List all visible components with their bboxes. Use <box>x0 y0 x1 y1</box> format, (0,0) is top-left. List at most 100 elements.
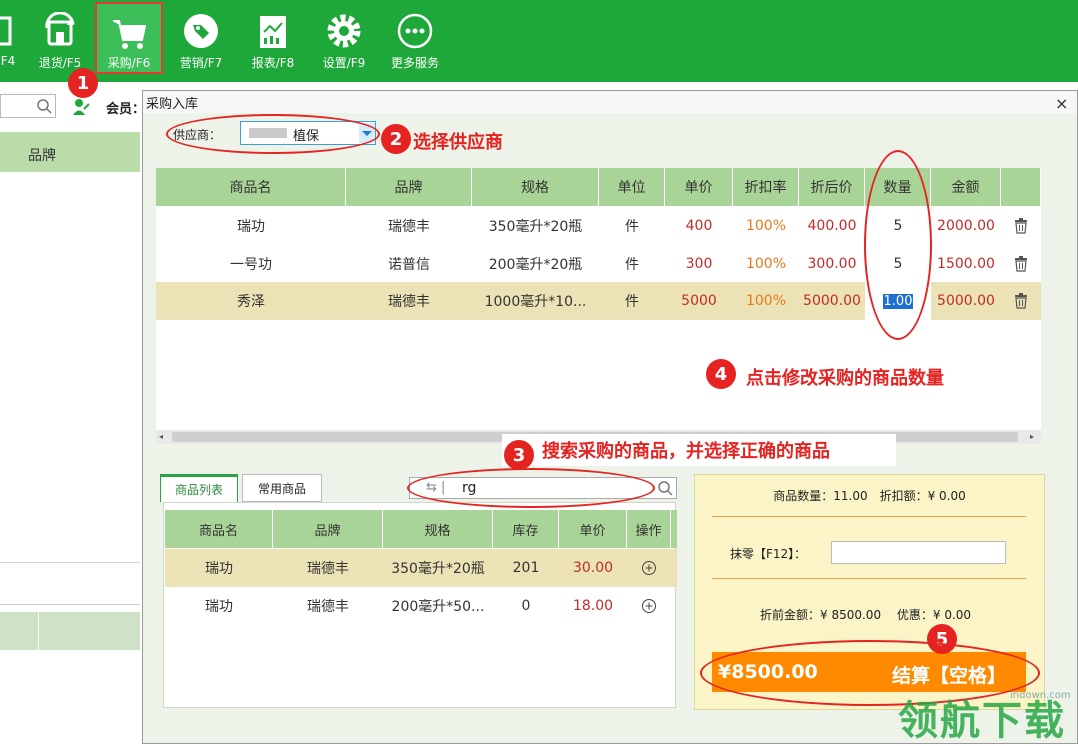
round-off-label: 抹零【F12】： <box>730 547 807 561</box>
cell-brand: 瑞德丰 <box>388 219 430 235</box>
col-header <box>1001 168 1041 206</box>
toolbar-item-more[interactable]: 更多服务 <box>384 0 446 82</box>
dialog-titlebar <box>143 91 1077 113</box>
toolbar-item-report[interactable]: 报表/F8 <box>242 0 304 82</box>
cell-name: 秀泽 <box>237 294 265 310</box>
cell-price: 18.00 <box>572 598 614 614</box>
divider <box>0 562 140 563</box>
cell-name: 一号功 <box>230 257 272 273</box>
col-header: 折后价 <box>799 168 865 206</box>
brand-header: 品牌 <box>28 148 56 164</box>
summary-before: 折前金额：¥ 8500.00 优惠：¥ 0.00 <box>760 608 972 622</box>
report-icon <box>254 12 292 50</box>
tab-common-products[interactable]: 常用商品 <box>242 474 322 502</box>
cell-discount: 100% <box>745 256 787 272</box>
cell-brand: 瑞德丰 <box>388 294 430 310</box>
toolbar-label: 营销/F7 <box>179 56 223 70</box>
product-row-selected[interactable]: 瑞功 瑞德丰 350毫升*20瓶 201 30.00 <box>165 549 677 587</box>
add-icon[interactable] <box>627 549 671 587</box>
product-grid-header: 商品名 品牌 规格 库存 单价 操作 <box>165 510 677 548</box>
cell-stock: 0 <box>521 598 531 614</box>
cell-discount: 100% <box>745 218 787 234</box>
member-icon <box>72 98 90 116</box>
highlight-ellipse <box>407 468 655 508</box>
cell-spec: 1000毫升*10... <box>484 294 587 310</box>
toolbar-item-purchase[interactable]: 采购/F6 <box>95 2 163 74</box>
toolbar-label: 采购/F6 <box>107 56 151 70</box>
divider <box>712 578 1026 579</box>
watermark-logo: 领航下载 <box>898 698 1066 744</box>
cell-spec: 200毫升*50... <box>391 599 485 615</box>
more-icon <box>396 12 434 50</box>
search-icon[interactable] <box>32 94 56 118</box>
cell-after-price: 400.00 <box>807 218 857 234</box>
col-header: 商品名 <box>165 510 273 548</box>
col-header: 操作 <box>627 510 671 548</box>
partial-icon <box>0 12 23 50</box>
cell-unit: 件 <box>625 257 639 273</box>
col-header: 商品名 <box>156 168 346 206</box>
col-header: 折扣率 <box>733 168 799 206</box>
cell-after-price: 300.00 <box>807 256 857 272</box>
search-icon[interactable] <box>656 479 674 501</box>
toolbar-label: F4 <box>0 54 16 68</box>
close-icon[interactable]: × <box>1055 94 1068 113</box>
col-header: 品牌 <box>273 510 383 548</box>
col-header: 规格 <box>383 510 493 548</box>
cell-unit: 件 <box>625 219 639 235</box>
toolbar-label: 报表/F8 <box>251 56 295 70</box>
summary-count: 商品数量：11.00 折扣额：¥ 0.00 <box>773 489 966 503</box>
trash-icon[interactable] <box>1001 207 1041 245</box>
cell-name: 瑞功 <box>237 219 265 235</box>
cell-price: 300 <box>685 256 713 272</box>
add-icon[interactable] <box>627 587 671 625</box>
trash-icon[interactable] <box>1001 245 1041 283</box>
step-badge-2: 2 <box>381 124 411 154</box>
col-header: 单价 <box>665 168 733 206</box>
tab-product-list[interactable]: 商品列表 <box>160 474 238 502</box>
cell-brand: 诺普信 <box>388 257 430 273</box>
step3-text: 搜索采购的商品，并选择正确的商品 <box>542 441 830 462</box>
toolbar-item-marketing[interactable]: 营销/F7 <box>170 0 232 82</box>
toolbar-item-partial[interactable]: F4 <box>0 0 20 82</box>
cell-amount: 2000.00 <box>937 218 995 234</box>
divider <box>38 612 39 650</box>
product-row[interactable]: 瑞功 瑞德丰 200毫升*50... 0 18.00 <box>165 587 677 625</box>
cell-brand: 瑞德丰 <box>307 561 349 577</box>
col-header: 规格 <box>472 168 599 206</box>
gear-icon <box>325 12 363 50</box>
cart-icon <box>110 14 148 52</box>
dialog-title: 采购入库 <box>146 97 199 112</box>
col-header: 品牌 <box>346 168 472 206</box>
cell-after-price: 5000.00 <box>803 293 861 309</box>
col-header: 单价 <box>559 510 627 548</box>
cell-price: 30.00 <box>572 560 614 576</box>
step-badge-1: 1 <box>68 68 98 98</box>
step2-text: 选择供应商 <box>413 132 503 153</box>
cell-amount: 5000.00 <box>937 293 995 309</box>
cell-amount: 1500.00 <box>937 256 995 272</box>
member-label: 会员： <box>106 102 146 117</box>
scroll-right-icon[interactable]: ▸ <box>1030 432 1034 441</box>
step-badge-4: 4 <box>706 359 736 389</box>
cell-discount: 100% <box>745 293 787 309</box>
left-footer-bar <box>0 612 140 650</box>
step4-text: 点击修改采购的商品数量 <box>746 368 944 389</box>
cell-unit: 件 <box>625 294 639 310</box>
trash-icon[interactable] <box>1001 282 1041 320</box>
cell-price: 400 <box>685 218 713 234</box>
cell-price: 5000 <box>681 293 717 309</box>
cell-name: 瑞功 <box>205 599 233 615</box>
cell-stock: 201 <box>512 560 540 576</box>
divider <box>0 604 140 605</box>
round-off-input[interactable] <box>831 541 1006 564</box>
left-table-header <box>0 132 140 172</box>
toolbar-label: 更多服务 <box>390 56 439 70</box>
cell-name: 瑞功 <box>205 561 233 577</box>
col-header: 库存 <box>493 510 559 548</box>
toolbar-item-settings[interactable]: 设置/F9 <box>313 0 375 82</box>
col-header: 金额 <box>931 168 1001 206</box>
scroll-left-icon[interactable]: ◂ <box>159 432 163 441</box>
highlight-ellipse <box>864 150 932 340</box>
divider <box>712 516 1026 517</box>
